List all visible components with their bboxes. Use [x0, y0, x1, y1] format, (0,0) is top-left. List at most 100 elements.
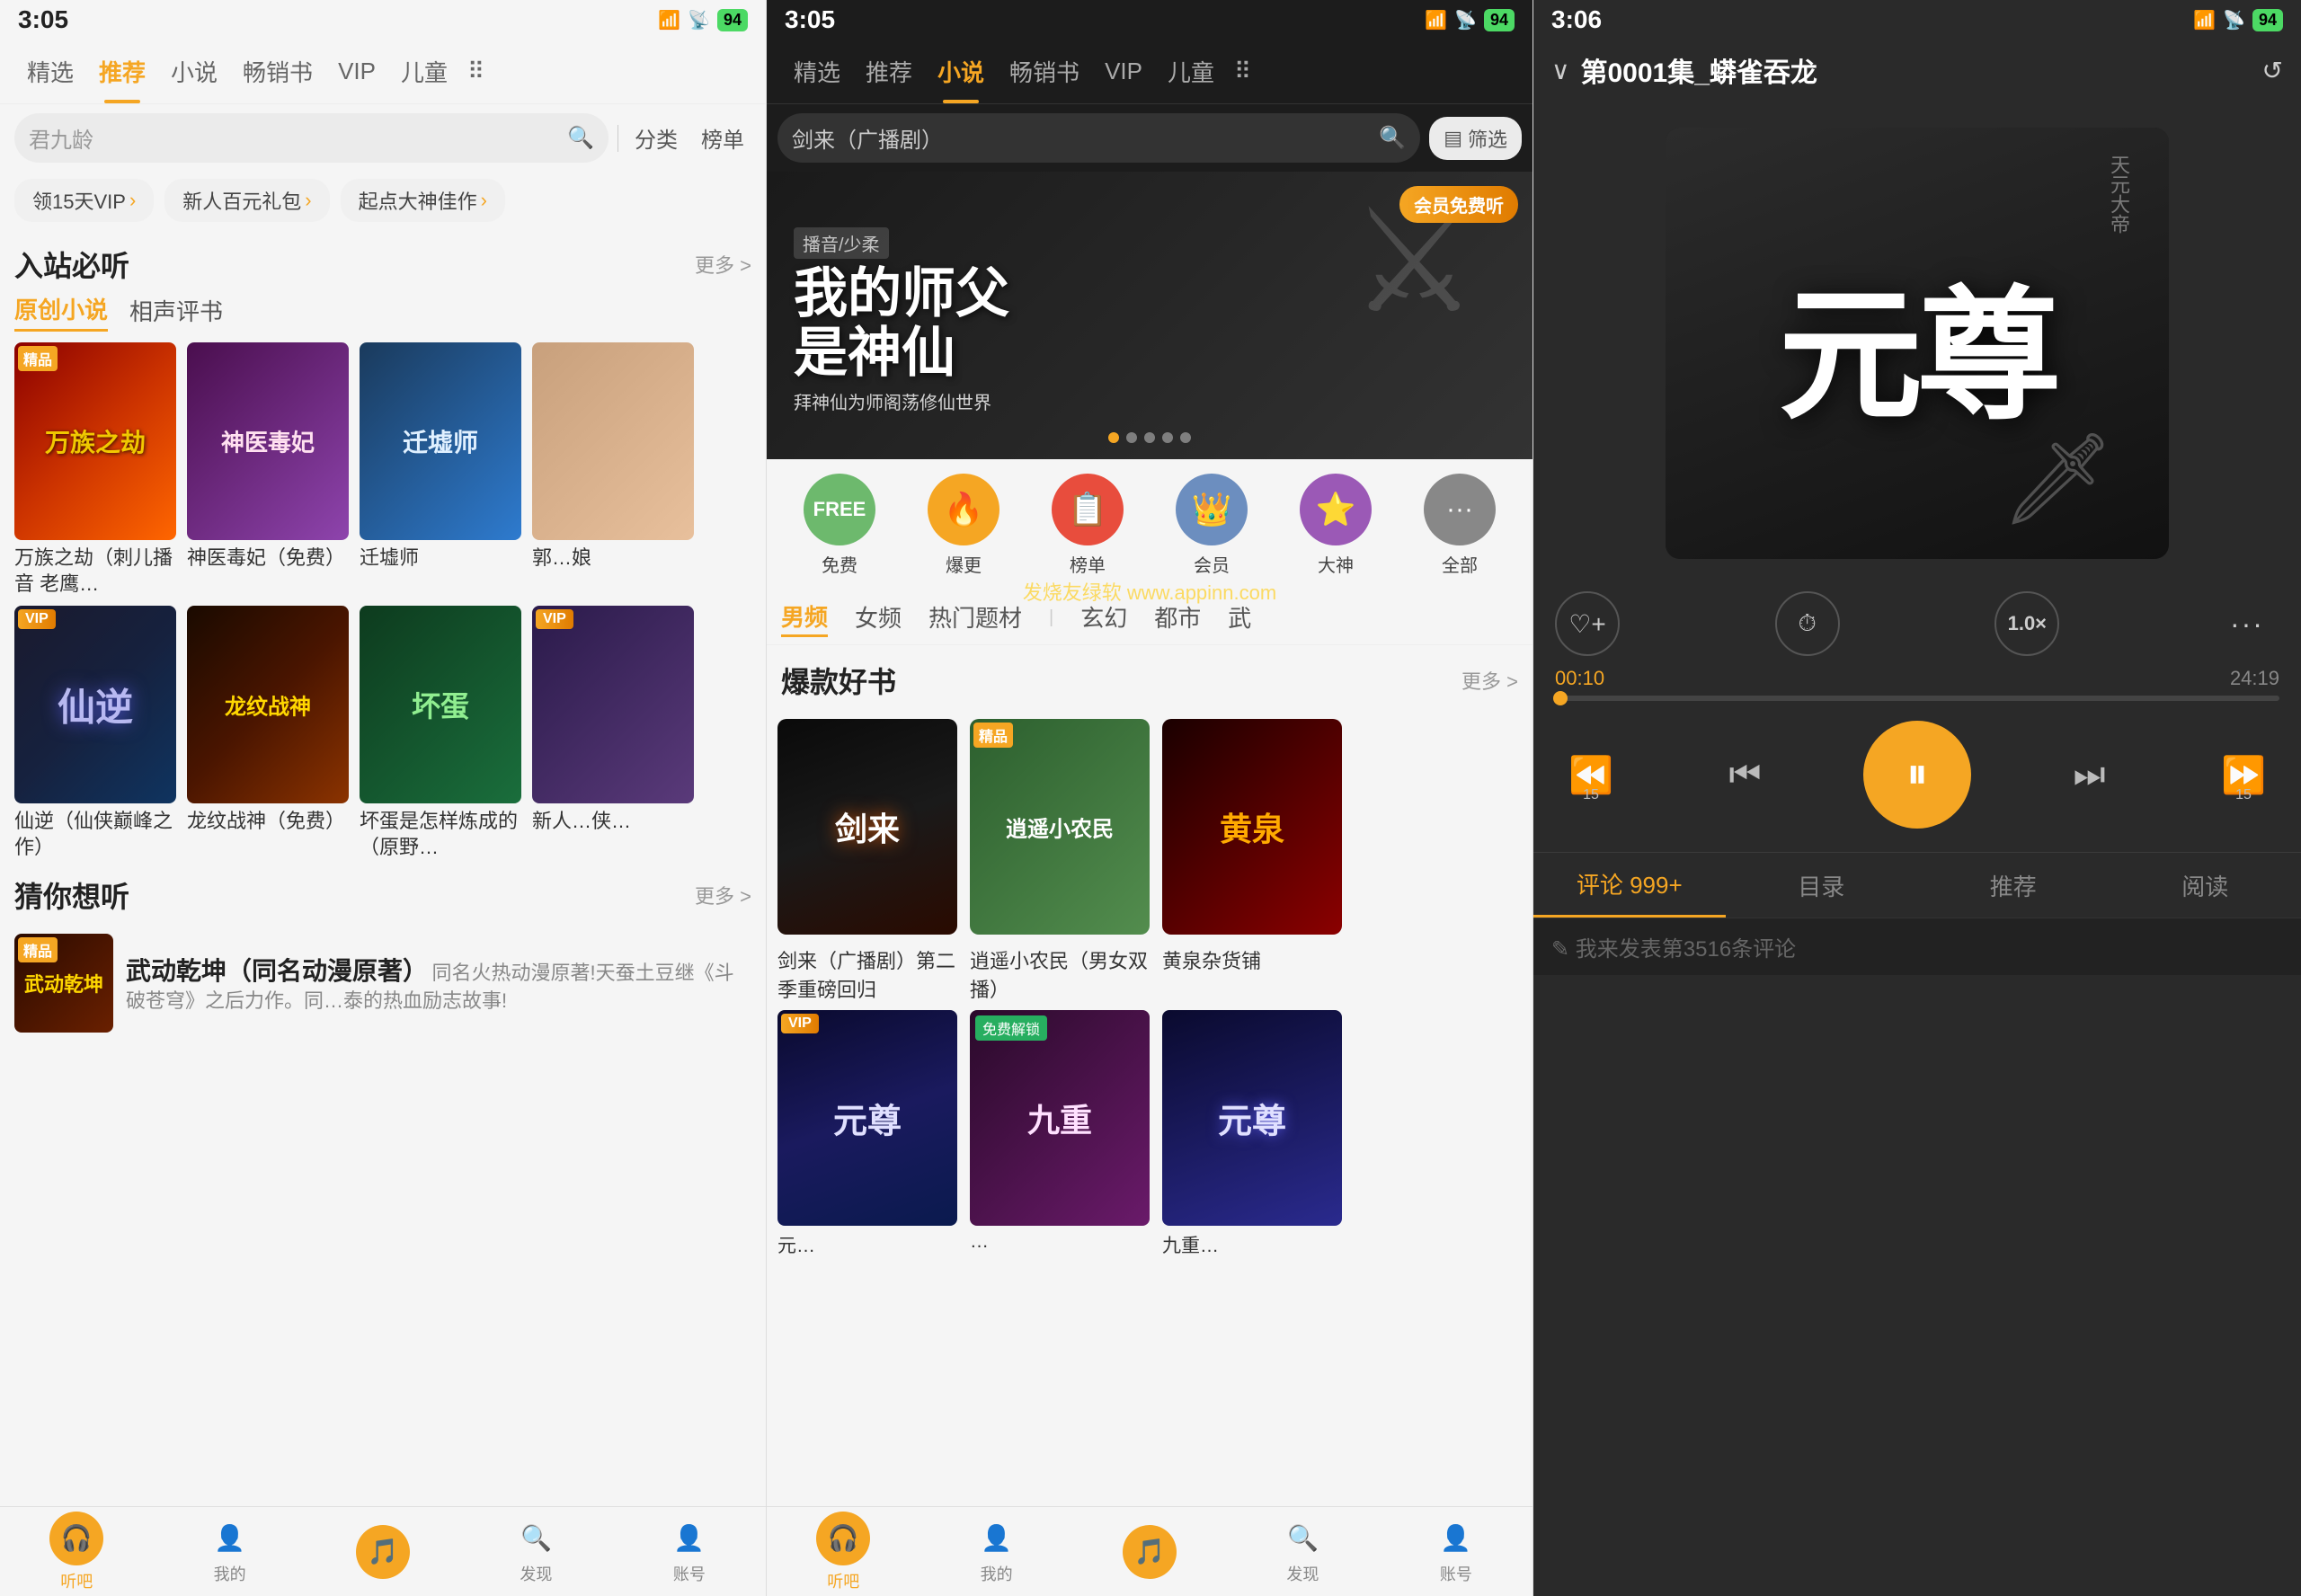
filter-nupin[interactable]: 女频 [855, 600, 902, 635]
badge-jing-wudong: 精品 [18, 937, 58, 962]
guess-more[interactable]: 更多 > [695, 881, 751, 909]
progress-thumb[interactable] [1553, 691, 1568, 705]
hot-books-more[interactable]: 更多 > [1461, 666, 1518, 695]
tab-comment[interactable]: 评论 999+ [1533, 853, 1726, 918]
tab-mid-xiaoshuo[interactable]: 小说 [925, 40, 997, 103]
nav-find-mid[interactable]: 🔍 发现 [1226, 1519, 1379, 1585]
wifi-icon-mid: 📡 [1454, 9, 1477, 31]
nav-tingba-mid[interactable]: 🎧 听吧 [767, 1512, 920, 1592]
filter-dushi[interactable]: 都市 [1154, 600, 1201, 635]
book-xinren[interactable]: VIP 新人…侠… [532, 606, 694, 860]
promo-vip[interactable]: 领15天VIP › [14, 179, 154, 222]
nav-tingba-label: 听吧 [60, 1569, 93, 1592]
nav-find-left[interactable]: 🔍 发现 [459, 1519, 612, 1585]
vip-midyuanzun[interactable]: VIP 元… [777, 1010, 957, 1258]
cat-vip[interactable]: 👑 会员 [1150, 474, 1274, 577]
cover-xiaonongmin-mid[interactable]: 精品 [970, 719, 1150, 935]
tab-mid-ertong[interactable]: 儿童 [1155, 40, 1227, 103]
book-wanzuzhidong[interactable]: 精品 万族之劫（刺儿播音 老鹰… [14, 342, 176, 597]
nav-center-mid[interactable]: 🎵 [1073, 1525, 1226, 1579]
tab-read[interactable]: 阅读 [2110, 855, 2301, 917]
title-qianxueshi: 迁墟师 [360, 545, 521, 572]
more-icon[interactable]: ⠿ [460, 58, 492, 85]
must-listen-more[interactable]: 更多 > [695, 250, 751, 279]
subtab-xiangsheng[interactable]: 相声评书 [129, 294, 223, 331]
search-wrap-mid[interactable]: 剑来（广播剧） 🔍 [777, 113, 1420, 163]
rank-btn[interactable]: 榜单 [694, 122, 751, 154]
progress-track[interactable] [1555, 696, 2279, 701]
filter-xuanhuan[interactable]: 玄幻 [1080, 600, 1127, 635]
nav-center-left[interactable]: 🎵 [307, 1525, 459, 1579]
tab-tuijian[interactable]: 推荐 [86, 40, 158, 103]
search-wrap-left[interactable]: 君九龄 🔍 [14, 113, 609, 163]
nav-account-mid[interactable]: 👤 账号 [1380, 1519, 1533, 1585]
more-btn[interactable]: ··· [2215, 591, 2279, 656]
book-guoniang[interactable]: 郭…娘 [532, 342, 694, 597]
back-btn[interactable]: ∨ [1551, 56, 1570, 85]
recommend-section: 精品 武动乾坤（同名动漫原著） 同名火热动漫原著!天蚕土豆继《斗破苍穹》之后力作… [0, 923, 766, 1043]
promo-master[interactable]: 起点大神佳作 › [341, 179, 505, 222]
controls-area: ♡+ ⏱ 1.0× ··· 00:10 24:19 [1533, 577, 2301, 852]
nav-mine-left[interactable]: 👤 我的 [153, 1519, 306, 1585]
play-pause-btn[interactable]: ⏸ [1863, 721, 1971, 829]
speed-display: 1.0× [1994, 591, 2059, 656]
tab-mid-jingxuan[interactable]: 精选 [781, 40, 853, 103]
comment-placeholder[interactable]: ✎ 我来发表第3516条评论 [1551, 931, 1796, 962]
vip-yuanzun2[interactable]: 九重… [1162, 1010, 1342, 1258]
nav-mine-mid[interactable]: 👤 我的 [920, 1519, 1072, 1585]
cat-rank[interactable]: 📋 榜单 [1026, 474, 1150, 577]
cat-free[interactable]: FREE 免费 [777, 474, 902, 577]
search-btn-mid[interactable]: 🔍 [1379, 125, 1406, 151]
tab-catalog[interactable]: 目录 [1726, 855, 1918, 917]
nav-account-label-left: 账号 [673, 1562, 706, 1585]
tab-recommend[interactable]: 推荐 [1917, 855, 2110, 917]
cover-jianlai-mid[interactable] [777, 719, 957, 935]
comment-input-row[interactable]: ✎ 我来发表第3516条评论 [1533, 918, 2301, 975]
next-btn[interactable]: ⏭ [2054, 739, 2126, 811]
recommend-wudong[interactable]: 精品 武动乾坤（同名动漫原著） 同名火热动漫原著!天蚕土豆继《斗破苍穹》之后力作… [14, 934, 751, 1033]
book-huaidan[interactable]: 坏蛋是怎样炼成的（原野… [360, 606, 521, 860]
book-shenyidubi[interactable]: 神医毒妃（免费） [187, 342, 349, 597]
subtab-original[interactable]: 原创小说 [14, 292, 108, 332]
search-btn-left[interactable]: 🔍 [567, 125, 594, 151]
tab-vip[interactable]: VIP [325, 40, 388, 103]
nav-account-icon-mid: 👤 [1436, 1519, 1476, 1558]
nav-find-icon-mid: 🔍 [1283, 1519, 1322, 1558]
prev-btn[interactable]: ⏮ [1710, 739, 1781, 811]
cat-hot[interactable]: 🔥 爆更 [902, 474, 1026, 577]
promo-master-label: 起点大神佳作 [359, 186, 477, 215]
forward-btn[interactable]: ⏩ 15 [2208, 739, 2279, 811]
title-jiuchong-mid: … [970, 1231, 1150, 1253]
cat-god[interactable]: ⭐ 大神 [1274, 474, 1398, 577]
nav-tingba[interactable]: 🎧 听吧 [0, 1512, 153, 1592]
favorite-btn[interactable]: ♡+ [1555, 591, 1620, 656]
book-longwen[interactable]: 龙纹战神（免费） [187, 606, 349, 860]
play-icon: ⏸ [1906, 749, 1928, 800]
filter-wu[interactable]: 武 [1228, 600, 1251, 635]
tab-changxiao[interactable]: 畅销书 [230, 40, 325, 103]
tab-mid-vip[interactable]: VIP [1092, 40, 1155, 103]
refresh-btn[interactable]: ↺ [2262, 56, 2283, 85]
book-qianxueshi[interactable]: 迁墟师 [360, 342, 521, 597]
tab-jingxuan[interactable]: 精选 [14, 40, 86, 103]
tab-mid-tuijian[interactable]: 推荐 [853, 40, 925, 103]
cat-all[interactable]: ··· 全部 [1398, 474, 1522, 577]
more-icon-mid[interactable]: ⠿ [1227, 58, 1258, 85]
rewind-btn[interactable]: ⏪ 15 [1555, 739, 1627, 811]
filter-nanpin[interactable]: 男频 [781, 599, 828, 637]
timer-btn[interactable]: ⏱ [1775, 591, 1840, 656]
cover-huangquan-mid[interactable] [1162, 719, 1342, 935]
tab-mid-changxiao[interactable]: 畅销书 [997, 40, 1092, 103]
nav-account-left[interactable]: 👤 账号 [613, 1519, 766, 1585]
tab-ertong[interactable]: 儿童 [388, 40, 460, 103]
book-xiannidi[interactable]: VIP 仙逆（仙侠巅峰之作） [14, 606, 176, 860]
speed-btn[interactable]: 1.0× [1994, 591, 2059, 656]
tab-xiaoshuo[interactable]: 小说 [158, 40, 230, 103]
filter-hot-topic[interactable]: 热门题材 [928, 600, 1022, 635]
filter-btn[interactable]: ▤ 筛选 [1429, 117, 1522, 160]
promo-gift[interactable]: 新人百元礼包 › [164, 179, 329, 222]
classify-btn[interactable]: 分类 [627, 122, 685, 154]
nav-mine-icon-left: 👤 [210, 1519, 250, 1558]
vip-jiuchong[interactable]: 免费解锁 … [970, 1010, 1150, 1258]
must-listen-title: 入站必听 [14, 244, 129, 285]
